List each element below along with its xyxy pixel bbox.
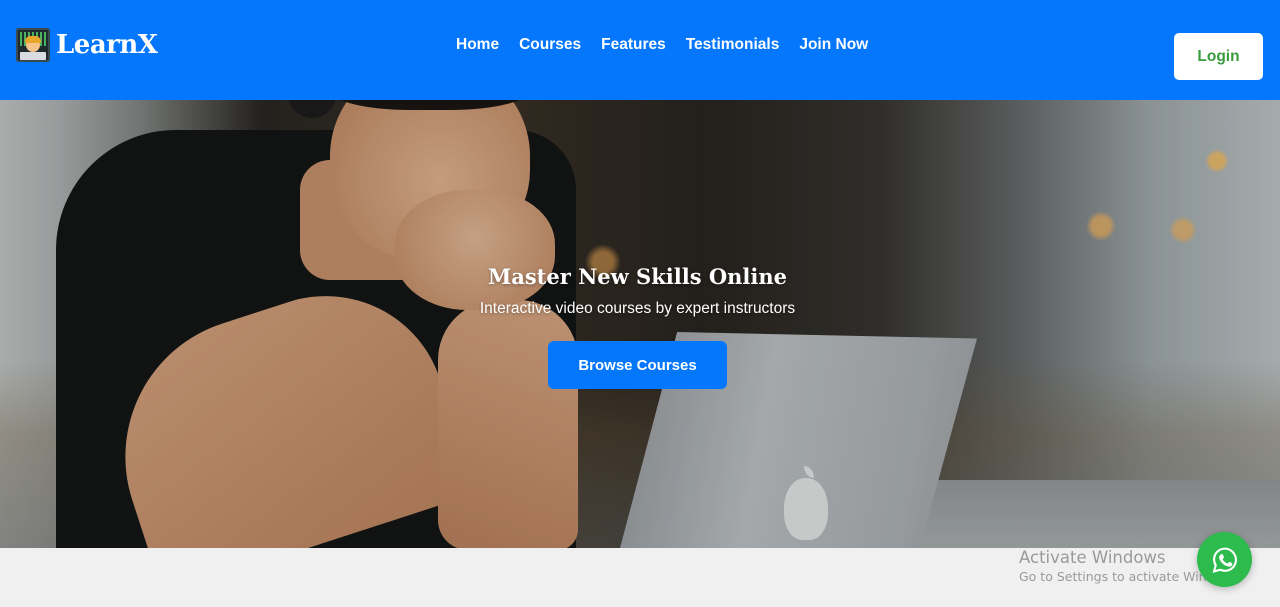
hero-banner: Master New Skills Online Interactive vid… bbox=[0, 100, 1280, 548]
hero-overlay bbox=[0, 100, 1280, 548]
navbar: LearnX Home Courses Features Testimonial… bbox=[0, 0, 1280, 100]
hero-title: Master New Skills Online bbox=[488, 264, 787, 289]
nav-link-testimonials[interactable]: Testimonials bbox=[686, 36, 780, 54]
login-button[interactable]: Login bbox=[1174, 33, 1263, 80]
nav-menu: Home Courses Features Testimonials Join … bbox=[456, 36, 868, 54]
logo-laptop bbox=[20, 52, 46, 60]
brand-name: LearnX bbox=[56, 30, 158, 60]
logo-hair bbox=[25, 36, 41, 43]
developer-avatar-icon bbox=[16, 28, 50, 62]
whatsapp-chat-button[interactable] bbox=[1197, 532, 1252, 587]
nav-link-home[interactable]: Home bbox=[456, 36, 499, 54]
nav-link-features[interactable]: Features bbox=[601, 36, 666, 54]
nav-link-join-now[interactable]: Join Now bbox=[799, 36, 868, 54]
hero-subtitle: Interactive video courses by expert inst… bbox=[479, 300, 796, 317]
whatsapp-icon bbox=[1212, 547, 1237, 573]
browse-courses-button[interactable]: Browse Courses bbox=[548, 341, 727, 389]
brand[interactable]: LearnX bbox=[16, 28, 158, 62]
nav-link-courses[interactable]: Courses bbox=[519, 36, 581, 54]
